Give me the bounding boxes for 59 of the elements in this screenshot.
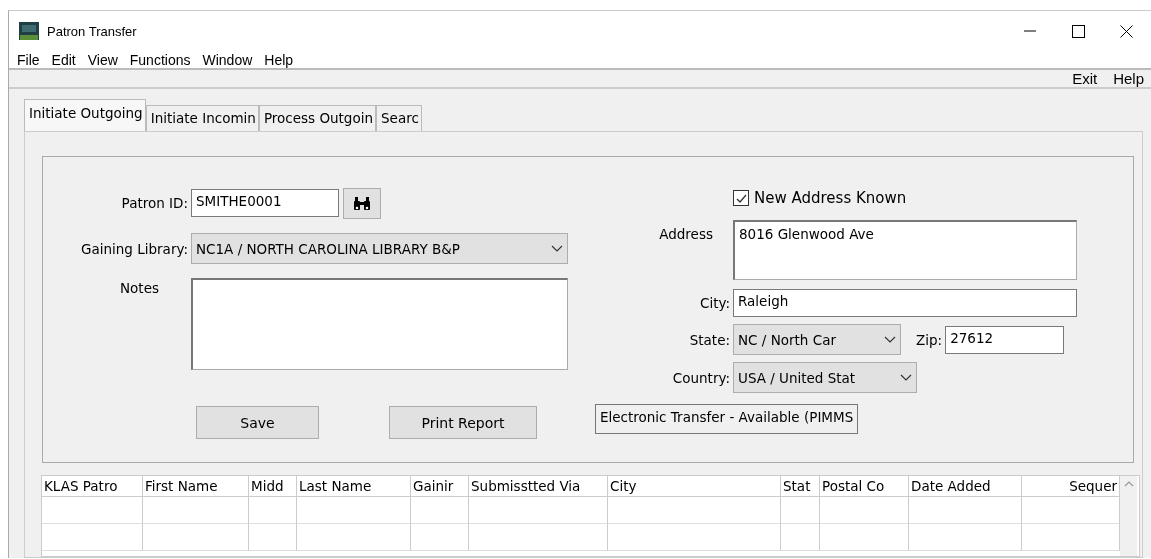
close-icon xyxy=(1119,24,1133,38)
menu-item[interactable]: File xyxy=(11,51,46,68)
table-cell xyxy=(781,524,820,551)
input-field[interactable]: Raleigh xyxy=(733,289,1077,317)
caret-icon xyxy=(551,244,563,253)
menu-item[interactable]: Window xyxy=(196,51,259,68)
notes-field[interactable] xyxy=(191,278,568,370)
field-label: Notes xyxy=(119,279,160,296)
column-header[interactable]: Stat xyxy=(781,476,820,497)
field-label: State: xyxy=(688,331,731,348)
checkbox-label: New Address Known xyxy=(754,189,907,207)
table-cell xyxy=(249,524,297,551)
column-header[interactable]: Gainir xyxy=(411,476,469,497)
column-header[interactable]: City xyxy=(608,476,781,497)
address-field[interactable]: 8016 Glenwood Ave xyxy=(733,220,1077,280)
menu-item[interactable]: Edit xyxy=(45,51,82,68)
table-cell xyxy=(781,497,820,524)
save-button[interactable]: Save xyxy=(196,406,319,439)
scroll-up-icon xyxy=(1123,480,1134,487)
column-header[interactable]: Date Added xyxy=(909,476,1022,497)
menu-item[interactable]: Functions xyxy=(123,51,197,68)
column-header[interactable]: Last Name xyxy=(297,476,411,497)
print-report-button[interactable]: Print Report xyxy=(389,406,537,439)
tab[interactable]: Initiate Outgoing xyxy=(24,99,146,131)
dropdown[interactable]: USA / United Stat xyxy=(733,362,917,393)
input-field[interactable]: 27612 xyxy=(945,325,1065,354)
dropdown[interactable]: NC / North Car xyxy=(733,324,901,355)
table-cell xyxy=(249,497,297,524)
caret-icon xyxy=(900,373,912,382)
caret-icon xyxy=(884,335,896,344)
window-title: Patron Transfer xyxy=(47,23,138,39)
status-box: Electronic Transfer - Available (PIMMS xyxy=(595,403,859,434)
column-header[interactable]: Midd xyxy=(249,476,297,497)
dropdown[interactable]: NC1A / NORTH CAROLINA LIBRARY B&P xyxy=(191,233,568,264)
table-cell xyxy=(411,524,469,551)
input-field[interactable]: SMITHE0001 xyxy=(191,189,339,217)
maximize-icon xyxy=(1071,24,1085,38)
tab[interactable]: Searc xyxy=(376,105,422,131)
column-header[interactable]: KLAS Patro xyxy=(42,476,143,497)
field-label: Country: xyxy=(671,369,731,386)
field-label: Address xyxy=(658,225,714,242)
tab[interactable]: Initiate Incomin xyxy=(145,105,259,131)
search-button[interactable] xyxy=(343,187,381,219)
field-label: Zip: xyxy=(916,331,943,348)
toolbar-link[interactable]: Help xyxy=(1113,70,1144,87)
app-icon xyxy=(19,21,39,41)
menu-item[interactable]: Help xyxy=(258,51,300,68)
toolbar-link[interactable]: Exit xyxy=(1072,70,1098,87)
field-label: Gaining Library: xyxy=(80,240,189,257)
field-label: Patron ID: xyxy=(120,195,189,211)
table-cell xyxy=(411,497,469,524)
checkbox[interactable] xyxy=(733,190,749,206)
column-header[interactable]: Submisstted Via xyxy=(469,476,608,497)
binoculars-icon xyxy=(353,195,371,211)
column-header[interactable]: Postal Co xyxy=(820,476,909,497)
menu-item[interactable]: View xyxy=(81,51,124,68)
field-label: City: xyxy=(698,295,731,311)
tab[interactable]: Process Outgoin xyxy=(258,105,376,131)
column-header[interactable]: First Name xyxy=(143,476,249,497)
